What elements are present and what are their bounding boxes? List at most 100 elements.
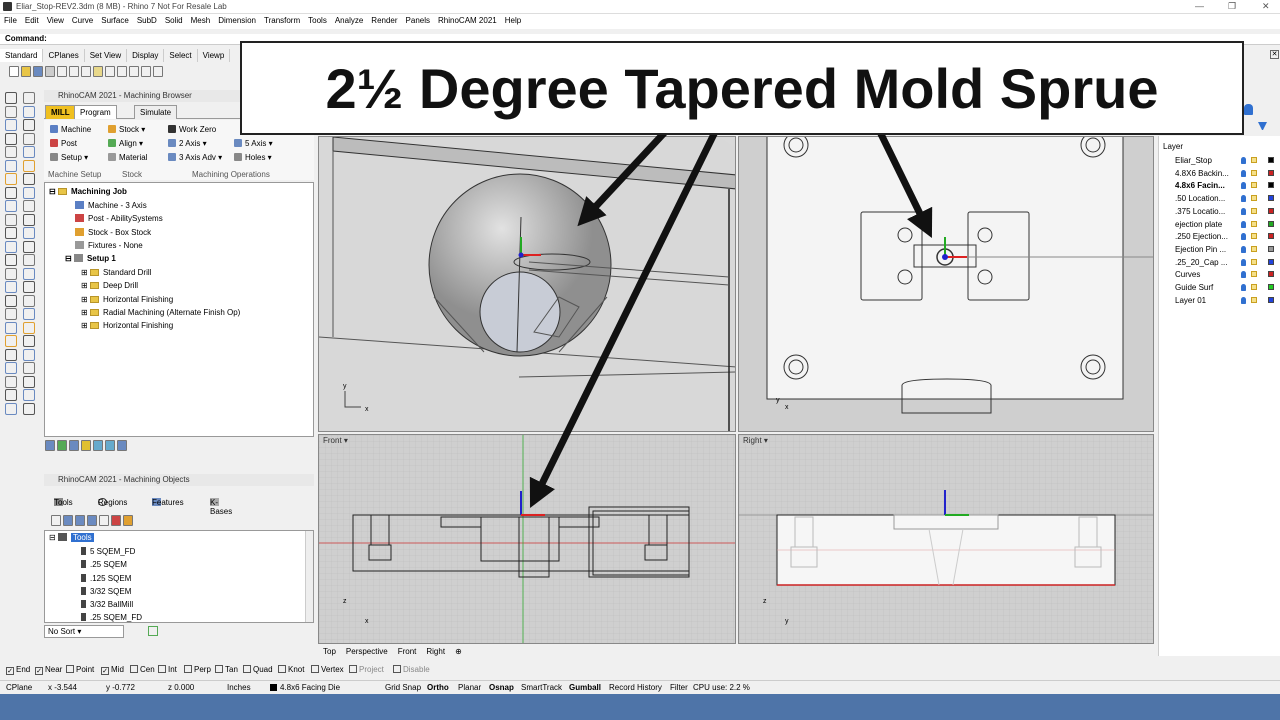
modeling-tool-icon[interactable]: [23, 308, 35, 320]
vp-tab-front[interactable]: Front: [393, 645, 422, 658]
align-button[interactable]: Align ▾: [108, 139, 143, 148]
modeling-tool-icon[interactable]: [23, 362, 35, 374]
tree-tool-icon[interactable]: [105, 440, 115, 451]
tab-select[interactable]: Select: [164, 49, 198, 62]
osnap-mid[interactable]: ✓ Mid: [101, 665, 124, 675]
rotate-view-icon[interactable]: [129, 66, 139, 77]
tree-machining-job[interactable]: ⊟ Machining Job: [49, 187, 127, 196]
layer-color-swatch[interactable]: [1268, 169, 1274, 176]
menu-rhinocam[interactable]: RhinoCAM 2021: [434, 14, 501, 27]
two-axis-button[interactable]: 2 Axis ▾: [168, 139, 207, 148]
tree-op[interactable]: ⊞ Horizontal Finishing: [81, 321, 173, 330]
tool-item[interactable]: .25 SQEM: [81, 560, 127, 569]
layer-lock-icon[interactable]: [1251, 195, 1257, 202]
layer-lock-icon[interactable]: [1251, 233, 1257, 240]
modeling-tool-icon[interactable]: [23, 335, 35, 347]
modeling-tool-icon[interactable]: [23, 321, 35, 334]
layer-color-swatch[interactable]: [1268, 296, 1274, 303]
menu-edit[interactable]: Edit: [21, 14, 43, 27]
layer-color-swatch[interactable]: [1268, 182, 1274, 189]
modeling-tool-icon[interactable]: [23, 389, 35, 401]
tab-set-view[interactable]: Set View: [85, 49, 128, 62]
viewport-front[interactable]: z x Front ▾: [318, 434, 736, 644]
layer-bulb-icon[interactable]: [1244, 104, 1253, 115]
layer-row[interactable]: .50 Location...: [1175, 194, 1225, 203]
layer-row[interactable]: .25_20_Cap ...: [1175, 258, 1227, 267]
modeling-tool-icon[interactable]: [23, 227, 35, 239]
layer-row[interactable]: ejection plate: [1175, 220, 1222, 229]
modeling-tool-icon[interactable]: [23, 213, 35, 226]
osnap-disable[interactable]: Disable: [393, 665, 430, 674]
tool-item[interactable]: 5 SQEM_FD: [81, 547, 135, 556]
tab-standard[interactable]: Standard: [0, 49, 44, 62]
tab-cplanes[interactable]: CPlanes: [43, 49, 85, 62]
tool-icon[interactable]: [75, 515, 85, 526]
add-viewport-icon[interactable]: ⊕: [450, 645, 467, 658]
osnap-toggle[interactable]: Osnap: [489, 683, 514, 692]
osnap-point[interactable]: Point: [66, 665, 94, 674]
modeling-tool-icon[interactable]: [23, 173, 35, 185]
tool-icon[interactable]: [111, 515, 121, 526]
layer-color-swatch[interactable]: [1268, 195, 1274, 202]
modeling-tool-icon[interactable]: [5, 362, 17, 374]
sort-tool-icon[interactable]: [148, 626, 158, 636]
tool-item[interactable]: 3/32 BallMill: [81, 600, 133, 609]
menu-panels[interactable]: Panels: [402, 14, 434, 27]
modeling-tool-icon[interactable]: [5, 200, 17, 212]
layer-lock-icon[interactable]: [1251, 207, 1257, 214]
layer-color-swatch[interactable]: [1268, 258, 1274, 265]
menu-solid[interactable]: Solid: [161, 14, 187, 27]
menu-transform[interactable]: Transform: [260, 14, 304, 27]
tree-op[interactable]: ⊞ Deep Drill: [81, 281, 138, 290]
status-units[interactable]: Inches: [227, 683, 251, 692]
tool-icon[interactable]: [99, 515, 109, 526]
modeling-tool-icon[interactable]: [23, 240, 35, 253]
grid-snap-toggle[interactable]: Grid Snap: [385, 683, 421, 692]
layer-color-swatch[interactable]: [1268, 207, 1274, 214]
osnap-perp[interactable]: Perp: [184, 665, 211, 674]
modeling-tool-icon[interactable]: [23, 105, 35, 118]
layer-visible-icon[interactable]: [1241, 271, 1246, 279]
layer-lock-icon[interactable]: [1251, 157, 1257, 163]
vp-tab-top[interactable]: Top: [318, 645, 341, 658]
modeling-tool-icon[interactable]: [5, 240, 17, 253]
tree-op[interactable]: ⊞ Standard Drill: [81, 268, 151, 277]
tab-program[interactable]: Program: [74, 105, 117, 119]
modeling-tool-icon[interactable]: [5, 389, 17, 401]
modeling-tool-icon[interactable]: [23, 132, 35, 145]
copy-icon[interactable]: [81, 66, 91, 77]
cut-icon[interactable]: [69, 66, 79, 77]
layer-visible-icon[interactable]: [1241, 258, 1246, 266]
layer-visible-icon[interactable]: [1241, 157, 1246, 164]
import-icon[interactable]: [57, 66, 67, 77]
modeling-tool-icon[interactable]: [23, 159, 35, 172]
modeling-tool-icon[interactable]: [23, 375, 35, 388]
tool-item[interactable]: .25 SQEM_FD: [81, 613, 142, 622]
filter-toggle[interactable]: Filter: [670, 683, 688, 692]
viewport-top[interactable]: y x: [738, 136, 1154, 432]
menu-tools[interactable]: Tools: [304, 14, 331, 27]
tree-op[interactable]: ⊞ Radial Machining (Alternate Finish Op): [81, 308, 240, 317]
three-axis-adv-button[interactable]: 3 Axis Adv ▾: [168, 153, 222, 162]
modeling-tool-icon[interactable]: [5, 92, 17, 104]
layer-lock-icon[interactable]: [1251, 296, 1257, 303]
new-file-icon[interactable]: [9, 66, 19, 77]
modeling-tool-icon[interactable]: [5, 186, 17, 199]
work-zero-button[interactable]: Work Zero: [168, 125, 216, 134]
tool-icon[interactable]: [63, 515, 73, 526]
osnap-tan[interactable]: Tan: [215, 665, 238, 674]
material-button[interactable]: Material: [108, 153, 147, 162]
zoom-icon[interactable]: [141, 66, 151, 77]
modeling-tool-icon[interactable]: [5, 254, 17, 266]
modeling-tool-icon[interactable]: [5, 402, 17, 415]
layer-row[interactable]: Ejection Pin ...: [1175, 245, 1226, 254]
post-button[interactable]: Post: [50, 139, 77, 148]
smarttrack-toggle[interactable]: SmartTrack: [521, 683, 562, 692]
tab-display[interactable]: Display: [127, 49, 165, 62]
modeling-tool-icon[interactable]: [23, 294, 35, 307]
layer-visible-icon[interactable]: [1241, 245, 1246, 253]
viewport-front-label[interactable]: Front ▾: [323, 436, 348, 445]
menu-file[interactable]: File: [0, 14, 21, 27]
osnap-cen[interactable]: Cen: [130, 665, 155, 674]
layer-color-swatch[interactable]: [1268, 220, 1274, 227]
